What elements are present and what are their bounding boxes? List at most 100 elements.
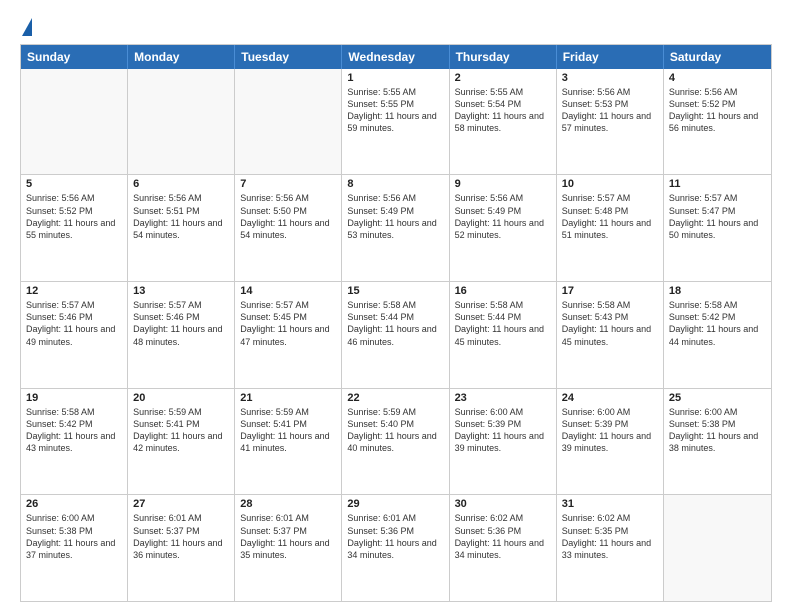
cell-info: Sunrise: 6:01 AMSunset: 5:36 PMDaylight:… xyxy=(347,512,443,561)
weekday-header-friday: Friday xyxy=(557,45,664,69)
cell-info: Sunrise: 6:02 AMSunset: 5:36 PMDaylight:… xyxy=(455,512,551,561)
day-number: 15 xyxy=(347,285,443,297)
cell-info: Sunrise: 5:56 AMSunset: 5:51 PMDaylight:… xyxy=(133,192,229,241)
calendar-cell xyxy=(235,69,342,175)
calendar-cell: 24 Sunrise: 6:00 AMSunset: 5:39 PMDayligh… xyxy=(557,389,664,495)
calendar-cell: 6 Sunrise: 5:56 AMSunset: 5:51 PMDaylight… xyxy=(128,175,235,281)
calendar-cell: 20 Sunrise: 5:59 AMSunset: 5:41 PMDayligh… xyxy=(128,389,235,495)
calendar-cell: 11 Sunrise: 5:57 AMSunset: 5:47 PMDayligh… xyxy=(664,175,771,281)
day-number: 26 xyxy=(26,498,122,510)
day-number: 19 xyxy=(26,392,122,404)
calendar-cell: 4 Sunrise: 5:56 AMSunset: 5:52 PMDaylight… xyxy=(664,69,771,175)
weekday-header-tuesday: Tuesday xyxy=(235,45,342,69)
day-number: 18 xyxy=(669,285,766,297)
calendar-cell: 12Sunrise: 5:57 AMSunset: 5:46 PMDayligh… xyxy=(21,282,128,388)
calendar-cell: 14Sunrise: 5:57 AMSunset: 5:45 PMDayligh… xyxy=(235,282,342,388)
day-number: 20 xyxy=(133,392,229,404)
calendar-cell: 9 Sunrise: 5:56 AMSunset: 5:49 PMDaylight… xyxy=(450,175,557,281)
cell-info: Sunrise: 5:56 AMSunset: 5:49 PMDaylight:… xyxy=(347,192,443,241)
day-number: 6 xyxy=(133,178,229,190)
weekday-header-monday: Monday xyxy=(128,45,235,69)
cell-info: Sunrise: 6:01 AMSunset: 5:37 PMDaylight:… xyxy=(133,512,229,561)
calendar-cell: 31 Sunrise: 6:02 AMSunset: 5:35 PMDayligh… xyxy=(557,495,664,601)
cell-info: Sunrise: 5:57 AMSunset: 5:47 PMDaylight:… xyxy=(669,192,766,241)
day-number: 28 xyxy=(240,498,336,510)
day-number: 17 xyxy=(562,285,658,297)
cell-info: Sunrise: 5:59 AMSunset: 5:41 PMDaylight:… xyxy=(240,406,336,455)
cell-info: Sunrise: 5:58 AMSunset: 5:44 PMDaylight:… xyxy=(455,299,551,348)
calendar-cell: 17 Sunrise: 5:58 AMSunset: 5:43 PMDayligh… xyxy=(557,282,664,388)
weekday-header-saturday: Saturday xyxy=(664,45,771,69)
logo-triangle-icon xyxy=(22,18,32,36)
calendar-cell: 18 Sunrise: 5:58 AMSunset: 5:42 PMDayligh… xyxy=(664,282,771,388)
cell-info: Sunrise: 5:58 AMSunset: 5:42 PMDaylight:… xyxy=(669,299,766,348)
weekday-header-thursday: Thursday xyxy=(450,45,557,69)
cell-info: Sunrise: 5:59 AMSunset: 5:41 PMDaylight:… xyxy=(133,406,229,455)
cell-info: Sunrise: 5:56 AMSunset: 5:52 PMDaylight:… xyxy=(669,86,766,135)
cell-info: Sunrise: 5:58 AMSunset: 5:43 PMDaylight:… xyxy=(562,299,658,348)
day-number: 27 xyxy=(133,498,229,510)
day-number: 3 xyxy=(562,72,658,84)
day-number: 24 xyxy=(562,392,658,404)
calendar-cell: 3 Sunrise: 5:56 AMSunset: 5:53 PMDaylight… xyxy=(557,69,664,175)
cell-info: Sunrise: 6:00 AMSunset: 5:39 PMDaylight:… xyxy=(562,406,658,455)
calendar-body: 1 Sunrise: 5:55 AMSunset: 5:55 PMDaylight… xyxy=(21,69,771,601)
calendar-header: SundayMondayTuesdayWednesdayThursdayFrid… xyxy=(21,45,771,69)
day-number: 29 xyxy=(347,498,443,510)
day-number: 4 xyxy=(669,72,766,84)
cell-info: Sunrise: 5:55 AMSunset: 5:54 PMDaylight:… xyxy=(455,86,551,135)
day-number: 30 xyxy=(455,498,551,510)
calendar-cell: 27 Sunrise: 6:01 AMSunset: 5:37 PMDayligh… xyxy=(128,495,235,601)
cell-info: Sunrise: 6:02 AMSunset: 5:35 PMDaylight:… xyxy=(562,512,658,561)
page-container: SundayMondayTuesdayWednesdayThursdayFrid… xyxy=(0,0,792,612)
day-number: 2 xyxy=(455,72,551,84)
calendar-cell: 26 Sunrise: 6:00 AMSunset: 5:38 PMDayligh… xyxy=(21,495,128,601)
calendar-cell xyxy=(128,69,235,175)
day-number: 21 xyxy=(240,392,336,404)
day-number: 1 xyxy=(347,72,443,84)
calendar-cell: 25Sunrise: 6:00 AMSunset: 5:38 PMDayligh… xyxy=(664,389,771,495)
day-number: 11 xyxy=(669,178,766,190)
day-number: 31 xyxy=(562,498,658,510)
calendar-cell: 13 Sunrise: 5:57 AMSunset: 5:46 PMDayligh… xyxy=(128,282,235,388)
calendar-cell: 5Sunrise: 5:56 AMSunset: 5:52 PMDaylight… xyxy=(21,175,128,281)
cell-info: Sunrise: 6:00 AMSunset: 5:39 PMDaylight:… xyxy=(455,406,551,455)
calendar: SundayMondayTuesdayWednesdayThursdayFrid… xyxy=(20,44,772,602)
calendar-cell: 19Sunrise: 5:58 AMSunset: 5:42 PMDayligh… xyxy=(21,389,128,495)
cell-info: Sunrise: 5:56 AMSunset: 5:50 PMDaylight:… xyxy=(240,192,336,241)
day-number: 23 xyxy=(455,392,551,404)
day-number: 25 xyxy=(669,392,766,404)
calendar-row-3: 12Sunrise: 5:57 AMSunset: 5:46 PMDayligh… xyxy=(21,282,771,389)
weekday-header-sunday: Sunday xyxy=(21,45,128,69)
calendar-row-5: 26 Sunrise: 6:00 AMSunset: 5:38 PMDayligh… xyxy=(21,495,771,601)
cell-info: Sunrise: 5:56 AMSunset: 5:49 PMDaylight:… xyxy=(455,192,551,241)
calendar-row-4: 19Sunrise: 5:58 AMSunset: 5:42 PMDayligh… xyxy=(21,389,771,496)
day-number: 22 xyxy=(347,392,443,404)
calendar-cell: 15 Sunrise: 5:58 AMSunset: 5:44 PMDayligh… xyxy=(342,282,449,388)
cell-info: Sunrise: 5:57 AMSunset: 5:45 PMDaylight:… xyxy=(240,299,336,348)
calendar-cell: 29 Sunrise: 6:01 AMSunset: 5:36 PMDayligh… xyxy=(342,495,449,601)
day-number: 16 xyxy=(455,285,551,297)
day-number: 10 xyxy=(562,178,658,190)
cell-info: Sunrise: 5:59 AMSunset: 5:40 PMDaylight:… xyxy=(347,406,443,455)
calendar-cell: 22 Sunrise: 5:59 AMSunset: 5:40 PMDayligh… xyxy=(342,389,449,495)
cell-info: Sunrise: 5:56 AMSunset: 5:53 PMDaylight:… xyxy=(562,86,658,135)
calendar-cell: 21 Sunrise: 5:59 AMSunset: 5:41 PMDayligh… xyxy=(235,389,342,495)
calendar-cell: 30 Sunrise: 6:02 AMSunset: 5:36 PMDayligh… xyxy=(450,495,557,601)
day-number: 7 xyxy=(240,178,336,190)
calendar-cell xyxy=(664,495,771,601)
cell-info: Sunrise: 5:57 AMSunset: 5:46 PMDaylight:… xyxy=(133,299,229,348)
day-number: 13 xyxy=(133,285,229,297)
cell-info: Sunrise: 5:58 AMSunset: 5:44 PMDaylight:… xyxy=(347,299,443,348)
calendar-cell: 10 Sunrise: 5:57 AMSunset: 5:48 PMDayligh… xyxy=(557,175,664,281)
calendar-cell: 1 Sunrise: 5:55 AMSunset: 5:55 PMDaylight… xyxy=(342,69,449,175)
weekday-header-wednesday: Wednesday xyxy=(342,45,449,69)
cell-info: Sunrise: 5:55 AMSunset: 5:55 PMDaylight:… xyxy=(347,86,443,135)
cell-info: Sunrise: 6:00 AMSunset: 5:38 PMDaylight:… xyxy=(26,512,122,561)
header xyxy=(20,16,772,36)
calendar-cell: 28Sunrise: 6:01 AMSunset: 5:37 PMDayligh… xyxy=(235,495,342,601)
cell-info: Sunrise: 5:57 AMSunset: 5:48 PMDaylight:… xyxy=(562,192,658,241)
cell-info: Sunrise: 5:57 AMSunset: 5:46 PMDaylight:… xyxy=(26,299,122,348)
calendar-cell: 8Sunrise: 5:56 AMSunset: 5:49 PMDaylight… xyxy=(342,175,449,281)
day-number: 9 xyxy=(455,178,551,190)
